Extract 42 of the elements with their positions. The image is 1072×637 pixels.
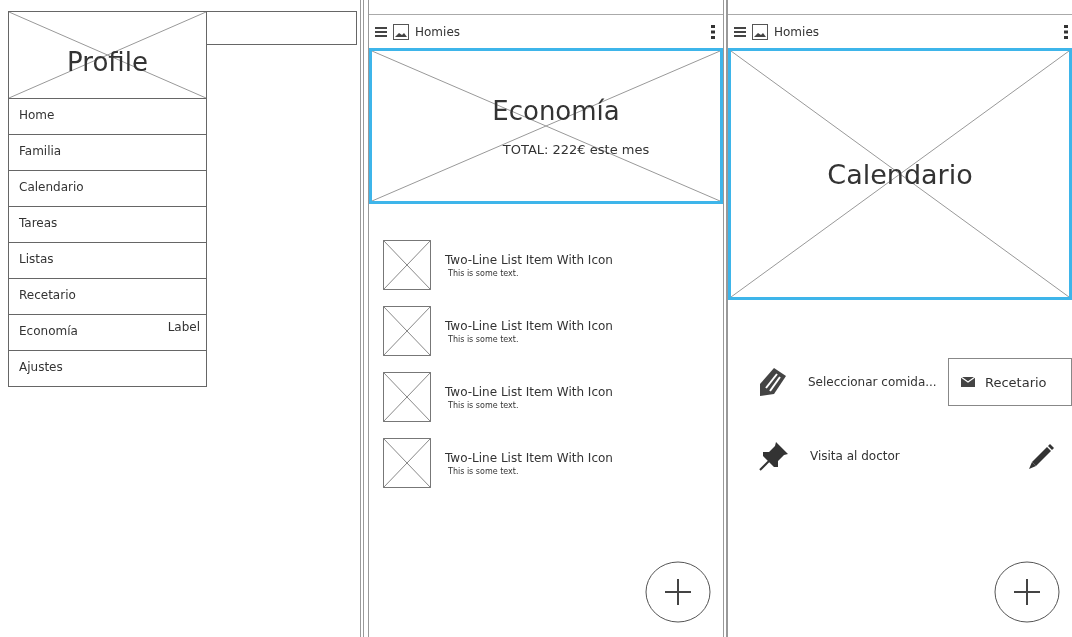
menu-item[interactable]: Listas [8, 243, 207, 279]
envelope-icon [961, 377, 975, 387]
thumbnail-placeholder [383, 372, 431, 422]
app-title: Homies [415, 24, 462, 39]
list-item-subtitle: This is some text. [447, 268, 520, 278]
menu-item[interactable]: Home [8, 99, 207, 135]
menu-icon[interactable] [734, 26, 746, 37]
menu-icon[interactable] [375, 26, 387, 37]
profile-title: Profile [67, 46, 148, 77]
thumbnail-placeholder [383, 438, 431, 488]
menu-label: Label [167, 319, 200, 334]
pushpin-icon [758, 440, 790, 472]
hero-title: Economía [492, 95, 620, 126]
list-item-title: Two-Line List Item With Icon [445, 318, 613, 333]
meal-label: Seleccionar comida... [808, 375, 938, 389]
list-item-title: Two-Line List Item With Icon [445, 450, 613, 465]
app-title: Homies [774, 24, 821, 39]
tag-icon [758, 366, 788, 398]
menu-item[interactable]: Recetario [8, 279, 207, 315]
menu-item[interactable]: Tareas [8, 207, 207, 243]
pencil-icon[interactable] [1028, 442, 1056, 470]
event-label: Visita al doctor [810, 449, 901, 463]
thumbnail-placeholder [383, 240, 431, 290]
list-item-subtitle: This is some text. [447, 466, 520, 476]
list-item-title: Two-Line List Item With Icon [445, 384, 613, 399]
menu-item[interactable]: Calendario [8, 171, 207, 207]
hero-title: Calendario [827, 158, 973, 190]
more-icon[interactable] [711, 24, 715, 39]
hero-subtitle: TOTAL: 222€ este mes [502, 141, 650, 157]
list-item-subtitle: This is some text. [447, 400, 520, 410]
menu-item[interactable]: Economía Label [8, 315, 207, 351]
image-icon [752, 23, 768, 40]
add-button[interactable] [645, 561, 711, 623]
menu-item[interactable]: Ajustes [8, 351, 207, 387]
add-button[interactable] [994, 561, 1060, 623]
list-item-subtitle: This is some text. [447, 334, 520, 344]
menu-item[interactable]: Familia [8, 135, 207, 171]
list-item-title: Two-Line List Item With Icon [445, 252, 613, 267]
image-icon [393, 23, 409, 40]
thumbnail-placeholder [383, 306, 431, 356]
more-icon[interactable] [1064, 24, 1068, 39]
recipe-button[interactable]: Recetario [948, 358, 1072, 406]
